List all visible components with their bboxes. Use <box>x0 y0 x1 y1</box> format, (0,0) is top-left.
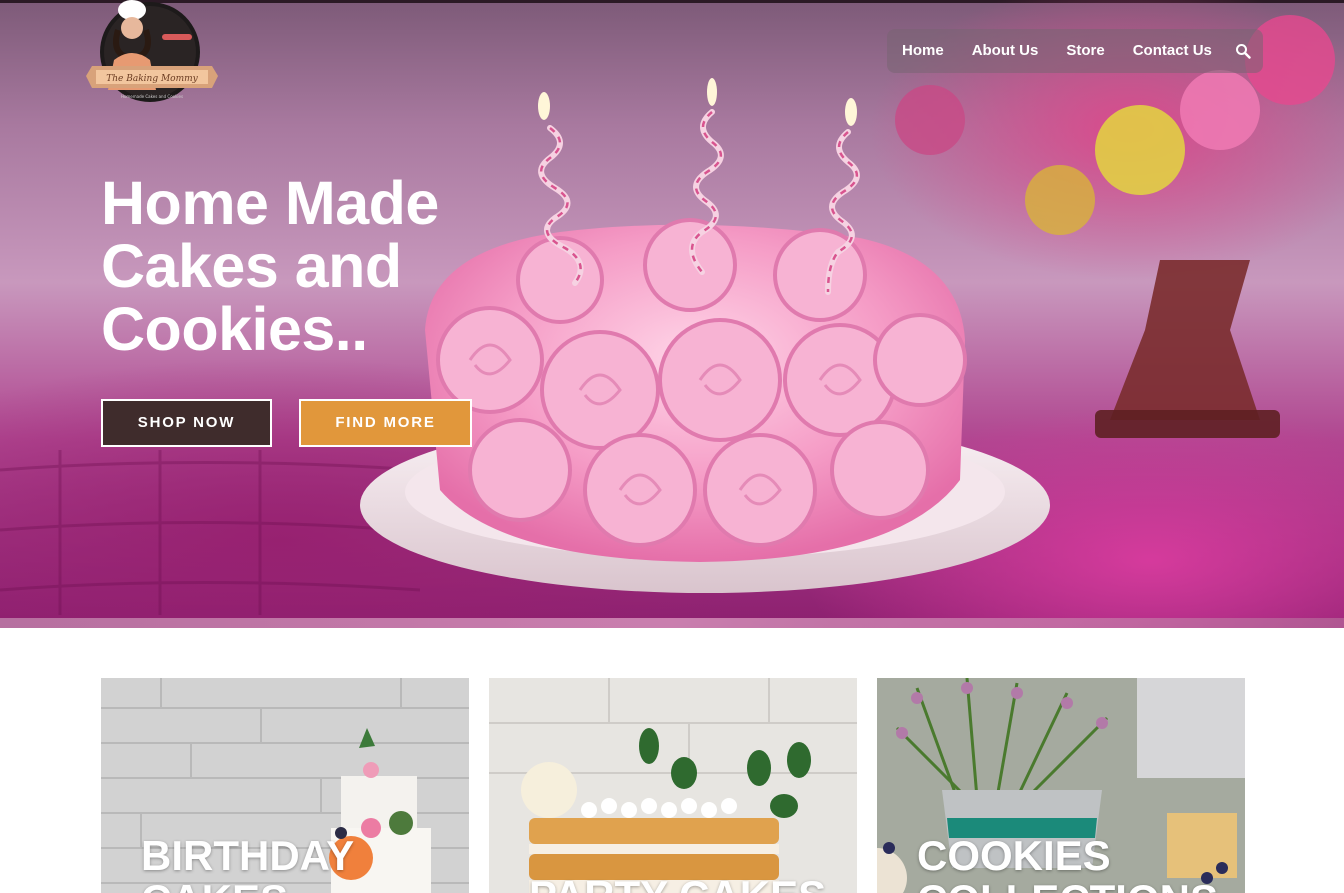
category-card-party-cakes[interactable]: PARTY CAKES <box>489 678 857 893</box>
logo-text: The Baking Mommy <box>106 74 198 84</box>
page: The Baking Mommy Homemade Cakes and Cook… <box>0 0 1344 893</box>
category-title: BIRTHDAY CAKES <box>141 832 354 893</box>
hero-bottom-border <box>0 618 1344 628</box>
find-more-button[interactable]: FIND MORE <box>299 399 472 447</box>
shop-now-button[interactable]: SHOP NOW <box>101 399 272 447</box>
logo-subtext: Homemade Cakes and Cookies <box>121 94 183 99</box>
nav-store[interactable]: Store <box>1052 29 1118 73</box>
party-cake-image <box>489 678 857 893</box>
nav-about-us[interactable]: About Us <box>958 29 1053 73</box>
search-button[interactable] <box>1226 29 1260 73</box>
baker-logo-icon: The Baking Mommy Homemade Cakes and Cook… <box>86 0 218 102</box>
brand-logo[interactable]: The Baking Mommy Homemade Cakes and Cook… <box>84 0 220 108</box>
hero-headline: Home Made Cakes and Cookies.. <box>101 169 439 363</box>
nav-home[interactable]: Home <box>887 29 958 73</box>
main-nav: Home About Us Store Contact Us <box>887 29 1263 73</box>
category-title: PARTY CAKES <box>529 874 826 893</box>
category-card-birthday-cakes[interactable]: BIRTHDAY CAKES <box>101 678 469 893</box>
nav-contact-us[interactable]: Contact Us <box>1119 29 1226 73</box>
hero-banner: The Baking Mommy Homemade Cakes and Cook… <box>0 0 1344 628</box>
search-icon <box>1235 44 1251 59</box>
category-title: COOKIES COLLECTIONS <box>917 832 1218 893</box>
category-card-cookies-collections[interactable]: COOKIES COLLECTIONS <box>877 678 1245 893</box>
